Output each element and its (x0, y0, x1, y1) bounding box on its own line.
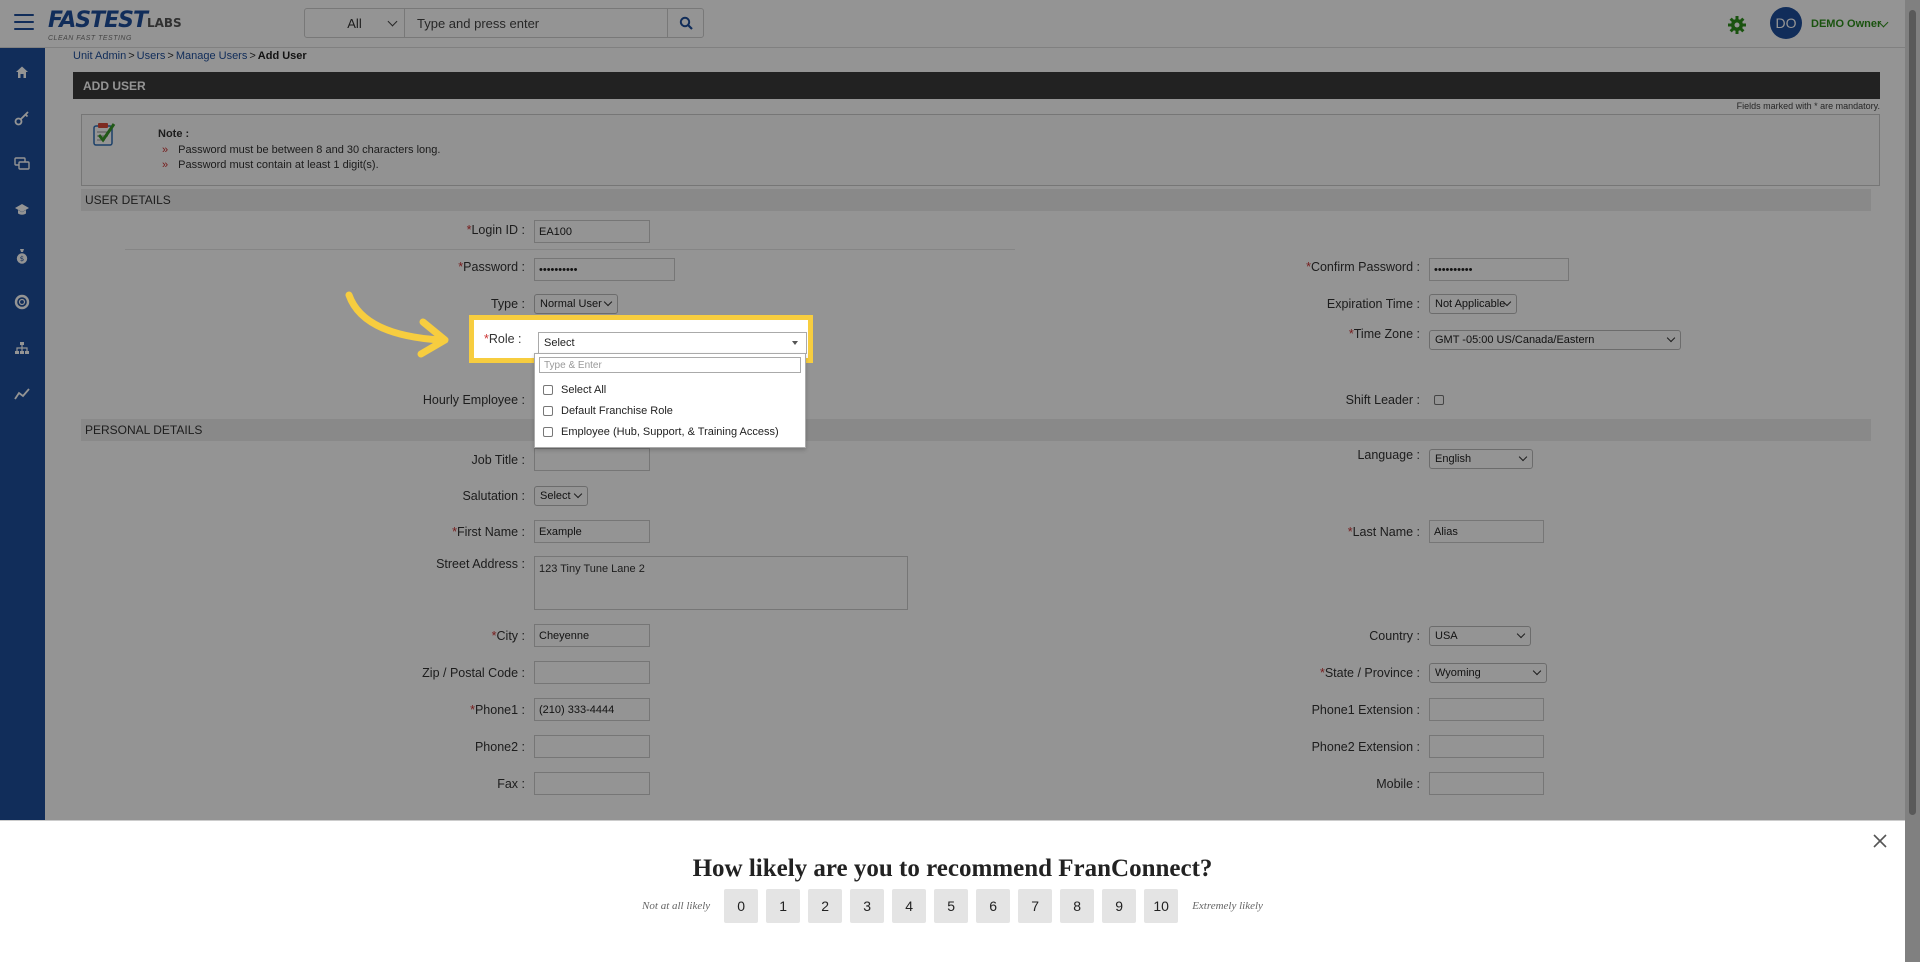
survey-score-6[interactable]: 6 (976, 889, 1011, 923)
role-dropdown: Type & Enter Select All Default Franchis… (534, 353, 806, 448)
tutorial-dim-overlay (0, 0, 1920, 962)
role-option-default-franchise[interactable]: Default Franchise Role (543, 405, 673, 417)
option-label: Select All (561, 384, 607, 396)
role-option-employee[interactable]: Employee (Hub, Support, & Training Acces… (543, 426, 779, 438)
checkbox[interactable] (543, 427, 553, 437)
checkbox[interactable] (543, 385, 553, 395)
survey-score-0[interactable]: 0 (724, 889, 759, 923)
survey-score-3[interactable]: 3 (850, 889, 885, 923)
checkbox[interactable] (543, 406, 553, 416)
role-search-input[interactable]: Type & Enter (539, 357, 801, 373)
survey-score-8[interactable]: 8 (1060, 889, 1095, 923)
role-label-text: Role : (488, 332, 522, 346)
survey-question: How likely are you to recommend FranConn… (692, 855, 1213, 882)
survey-score-4[interactable]: 4 (892, 889, 927, 923)
role-option-select-all[interactable]: Select All (543, 384, 606, 396)
caret-down-icon (792, 341, 798, 345)
survey-score-5[interactable]: 5 (934, 889, 969, 923)
survey-low-label: Not at all likely (642, 900, 711, 912)
option-label: Default Franchise Role (561, 405, 673, 417)
role-label: *Role : (484, 332, 522, 346)
option-label: Employee (Hub, Support, & Training Acces… (561, 426, 779, 438)
close-icon[interactable] (1872, 833, 1888, 849)
nps-survey-panel: How likely are you to recommend FranConn… (0, 820, 1905, 962)
role-select[interactable]: Select (538, 332, 807, 354)
survey-score-7[interactable]: 7 (1018, 889, 1053, 923)
survey-score-1[interactable]: 1 (766, 889, 801, 923)
role-value: Select (544, 337, 575, 349)
survey-score-2[interactable]: 2 (808, 889, 843, 923)
pointer-arrow-icon (345, 291, 449, 358)
survey-scale: Not at all likely 0 1 2 3 4 5 6 7 8 9 10… (0, 889, 1905, 923)
survey-score-9[interactable]: 9 (1102, 889, 1137, 923)
survey-score-10[interactable]: 10 (1144, 889, 1179, 923)
survey-high-label: Extremely likely (1192, 900, 1263, 912)
